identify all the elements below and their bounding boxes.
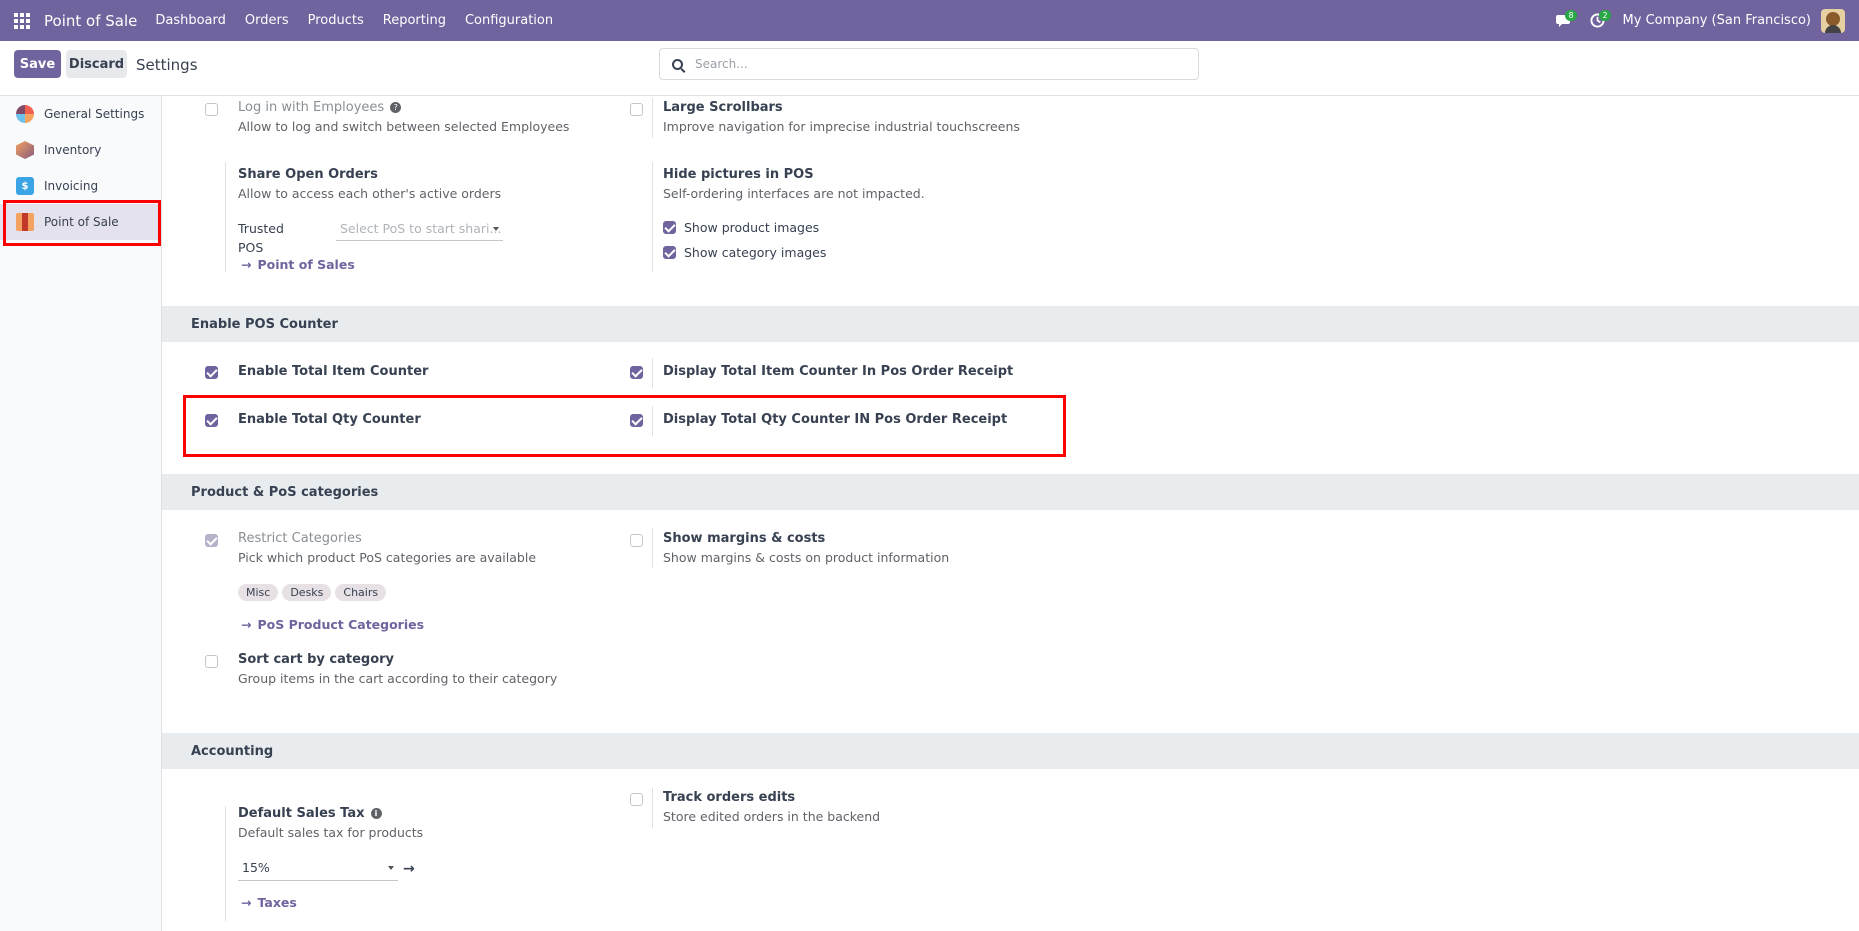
show-category-images-checkbox[interactable] [663,246,676,259]
login-employees-title: Log in with Employees [238,100,385,115]
large-scrollbars-desc: Improve navigation for imprecise industr… [663,119,1020,134]
menu-configuration[interactable]: Configuration [465,13,553,28]
display-item-counter-receipt-setting: Display Total Item Counter In Pos Order … [663,364,1014,379]
restrict-categories-setting: Restrict Categories Pick which product P… [238,531,537,565]
discard-button[interactable]: Discard [66,50,127,78]
page-title: Settings [136,56,198,74]
category-tags: Misc Desks Chairs [238,584,390,601]
invoicing-icon: $ [16,177,34,195]
large-scrollbars-title: Large Scrollbars [663,100,783,115]
share-orders-desc: Allow to access each other's active orde… [238,186,502,201]
sort-cart-checkbox[interactable] [205,655,218,668]
app-brand[interactable]: Point of Sale [44,12,137,30]
divider [652,358,653,388]
arrow-right-icon: → [241,617,252,632]
trusted-pos-label: Trusted POS [238,221,284,255]
sidebar-item-label: General Settings [44,107,145,121]
restrict-categories-checkbox[interactable] [205,534,218,547]
tag-chairs[interactable]: Chairs [335,584,387,601]
divider [652,788,653,828]
large-scrollbars-setting: Large Scrollbars Improve navigation for … [663,100,1020,134]
point-of-sales-link[interactable]: → Point of Sales [241,257,355,272]
sidebar-item-general-settings[interactable]: General Settings [0,96,161,132]
divider [652,162,653,272]
inventory-icon [16,141,34,159]
apps-menu-icon[interactable] [0,0,44,41]
info-icon[interactable]: i [370,808,382,819]
trusted-pos-select[interactable]: Select PoS to start shari... [336,221,503,241]
show-margins-setting: Show margins & costs Show margins & cost… [663,531,950,565]
tag-desks[interactable]: Desks [282,584,332,601]
activity-clock-icon[interactable]: 2 [1581,0,1615,41]
search-box[interactable] [659,48,1199,80]
messages-icon[interactable]: 8 [1547,0,1581,41]
settings-content: Log in with Employees? Allow to log and … [162,96,1859,931]
login-employees-checkbox[interactable] [205,103,218,116]
taxes-link[interactable]: → Taxes [241,895,297,910]
show-product-images-row[interactable]: Show product images [663,220,819,235]
show-margins-checkbox[interactable] [630,534,643,547]
save-button[interactable]: Save [14,50,61,78]
hide-pictures-title: Hide pictures in POS [663,167,814,182]
divider [225,806,226,921]
activity-badge: 2 [1599,10,1611,21]
divider [652,98,653,138]
menu-products[interactable]: Products [308,13,364,28]
large-scrollbars-checkbox[interactable] [630,103,643,116]
control-panel: Save Discard Settings [0,41,1859,96]
highlight-box-sidebar [3,200,161,246]
track-orders-edits-checkbox[interactable] [630,793,643,806]
show-category-images-row[interactable]: Show category images [663,245,826,260]
section-enable-pos-counter: Enable POS Counter [162,306,1859,342]
show-product-images-checkbox[interactable] [663,221,676,234]
track-orders-edits-setting: Track orders edits Store edited orders i… [663,790,881,824]
display-item-counter-receipt-checkbox[interactable] [630,366,643,379]
hide-pictures-setting: Hide pictures in POS Self-ordering inter… [663,167,925,201]
share-orders-title: Share Open Orders [238,167,378,182]
pos-product-categories-link[interactable]: → PoS Product Categories [241,617,424,632]
menu-dashboard[interactable]: Dashboard [155,13,226,28]
company-switcher[interactable]: My Company (San Francisco) [1623,13,1811,28]
hide-pictures-desc: Self-ordering interfaces are not impacte… [663,186,925,201]
chevron-down-icon [493,227,499,231]
sidebar-item-inventory[interactable]: Inventory [0,132,161,168]
open-record-arrow-icon[interactable]: → [403,861,415,877]
divider [225,162,226,272]
chevron-down-icon [388,866,394,870]
search-input[interactable] [695,57,1175,71]
sales-tax-select[interactable]: 15% [238,860,398,881]
login-employees-setting: Log in with Employees? Allow to log and … [238,100,569,134]
section-accounting: Accounting [162,733,1859,769]
enable-item-counter-checkbox[interactable] [205,366,218,379]
arrow-right-icon: → [241,257,252,272]
menu-reporting[interactable]: Reporting [383,13,446,28]
messages-badge: 8 [1565,10,1577,21]
menu-orders[interactable]: Orders [245,13,289,28]
sort-cart-setting: Sort cart by category Group items in the… [238,652,558,686]
sidebar-item-label: Inventory [44,143,102,157]
top-navbar: Point of Sale Dashboard Orders Products … [0,0,1859,41]
user-avatar[interactable] [1821,8,1845,33]
search-icon [672,58,683,70]
login-employees-desc: Allow to log and switch between selected… [238,119,570,134]
enable-item-counter-setting: Enable Total Item Counter [238,364,429,379]
section-product-pos-categories: Product & PoS categories [162,474,1859,510]
arrow-right-icon: → [241,895,252,910]
default-sales-tax-setting: Default Sales Tax i Default sales tax for… [238,806,424,840]
divider [652,528,653,568]
highlight-box-qty-counter [183,395,1066,457]
share-open-orders-setting: Share Open Orders Allow to access each o… [238,167,501,201]
sidebar-item-label: Invoicing [44,179,99,193]
help-icon[interactable]: ? [390,102,402,113]
tag-misc[interactable]: Misc [238,584,279,601]
general-settings-icon [16,105,34,123]
sidebar-item-invoicing[interactable]: $ Invoicing [0,168,161,204]
